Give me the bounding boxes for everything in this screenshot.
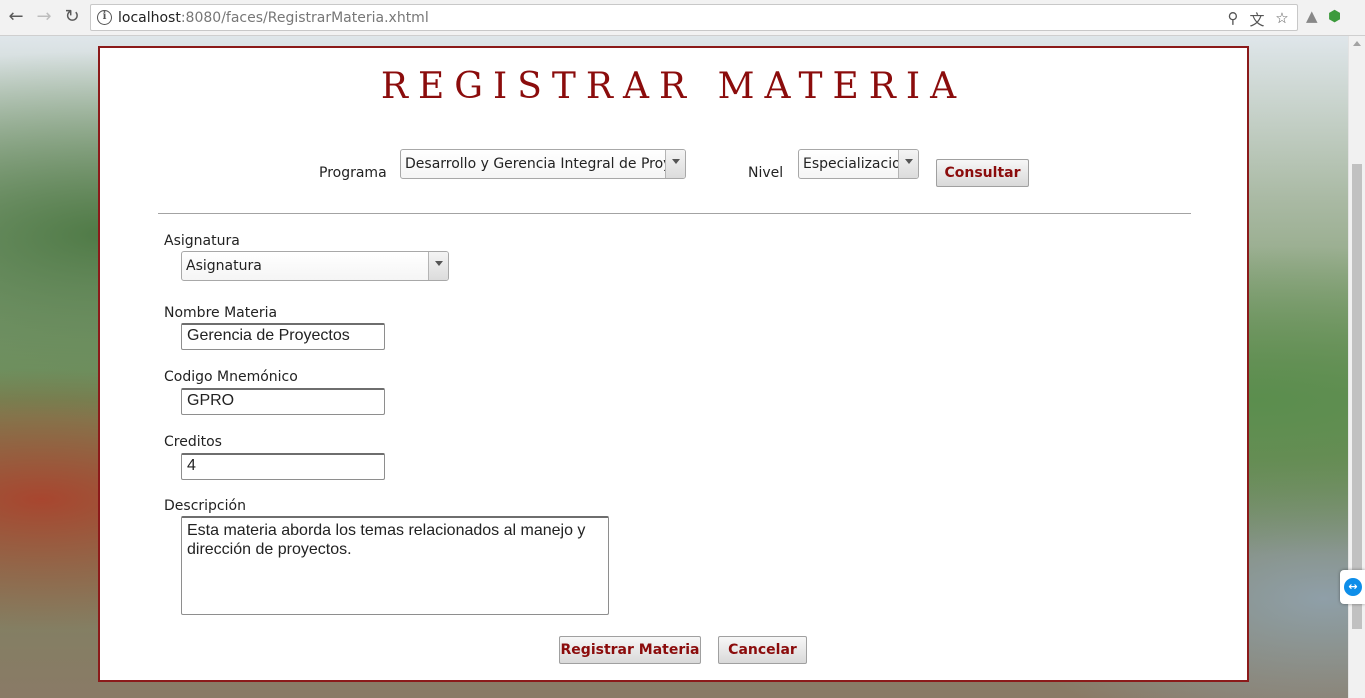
- nombre-materia-value: Gerencia de Proyectos: [187, 327, 350, 344]
- reload-icon[interactable]: ↻: [61, 6, 83, 28]
- descripcion-value: Esta materia aborda los temas relacionad…: [187, 522, 586, 558]
- codigo-mnemonico-label: Codigo Mnemónico: [164, 369, 298, 385]
- nivel-select[interactable]: Especializacion: [798, 149, 919, 179]
- chevron-down-icon: [905, 159, 913, 164]
- cancelar-button[interactable]: Cancelar: [718, 636, 807, 664]
- url-host: localhost: [118, 10, 181, 26]
- teamviewer-widget[interactable]: ↔: [1340, 570, 1365, 604]
- chevron-down-icon: [672, 159, 680, 164]
- page-title: REGISTRAR MATERIA: [380, 66, 967, 107]
- chevron-down-icon: [435, 261, 443, 266]
- programa-value: Desarrollo y Gerencia Integral de Proyec: [405, 156, 686, 172]
- nivel-value: Especializacion: [803, 156, 910, 172]
- info-icon[interactable]: i: [97, 10, 112, 25]
- nombre-materia-label: Nombre Materia: [164, 305, 278, 321]
- forward-arrow-icon[interactable]: →: [33, 6, 55, 28]
- address-bar[interactable]: i localhost:8080/faces/RegistrarMateria.…: [90, 4, 1298, 31]
- nivel-label: Nivel: [748, 165, 784, 181]
- scroll-up-icon[interactable]: [1353, 41, 1361, 46]
- asignatura-select[interactable]: Asignatura: [181, 251, 449, 281]
- drive-extension-icon[interactable]: ▲: [1306, 7, 1318, 25]
- shield-extension-icon[interactable]: ⬢: [1328, 7, 1341, 25]
- asignatura-dropdown-button[interactable]: [428, 252, 448, 280]
- descripcion-label: Descripción: [164, 498, 246, 514]
- codigo-mnemonico-value: GPRO: [187, 392, 235, 409]
- scroll-thumb[interactable]: [1352, 164, 1362, 629]
- translate-icon[interactable]: 文: [1248, 9, 1266, 30]
- codigo-mnemonico-field[interactable]: GPRO: [181, 388, 385, 415]
- section-divider: [158, 213, 1191, 214]
- programa-label: Programa: [319, 165, 387, 181]
- descripcion-textarea[interactable]: Esta materia aborda los temas relacionad…: [181, 516, 609, 615]
- nombre-materia-field[interactable]: Gerencia de Proyectos: [181, 323, 385, 350]
- registrar-materia-button[interactable]: Registrar Materia: [559, 636, 701, 664]
- creditos-field[interactable]: 4: [181, 453, 385, 480]
- back-arrow-icon[interactable]: ←: [5, 6, 27, 28]
- programa-select[interactable]: Desarrollo y Gerencia Integral de Proyec: [400, 149, 686, 179]
- url-text[interactable]: localhost:8080/faces/RegistrarMateria.xh…: [118, 10, 429, 26]
- url-path: :8080/faces/RegistrarMateria.xhtml: [180, 10, 429, 26]
- bookmark-star-icon[interactable]: ☆: [1273, 9, 1291, 27]
- creditos-label: Creditos: [164, 434, 222, 450]
- programa-dropdown-button[interactable]: [665, 150, 685, 178]
- asignatura-value: Asignatura: [186, 258, 262, 274]
- creditos-value: 4: [187, 457, 196, 474]
- nivel-dropdown-button[interactable]: [898, 150, 918, 178]
- browser-toolbar: ← → ↻ i localhost:8080/faces/RegistrarMa…: [0, 0, 1365, 36]
- asignatura-label: Asignatura: [164, 233, 240, 249]
- consultar-button[interactable]: Consultar: [936, 159, 1029, 187]
- zoom-icon[interactable]: ⚲: [1224, 9, 1242, 27]
- registrar-materia-panel: REGISTRAR MATERIA Programa Desarrollo y …: [98, 46, 1249, 682]
- teamviewer-icon: ↔: [1344, 578, 1362, 596]
